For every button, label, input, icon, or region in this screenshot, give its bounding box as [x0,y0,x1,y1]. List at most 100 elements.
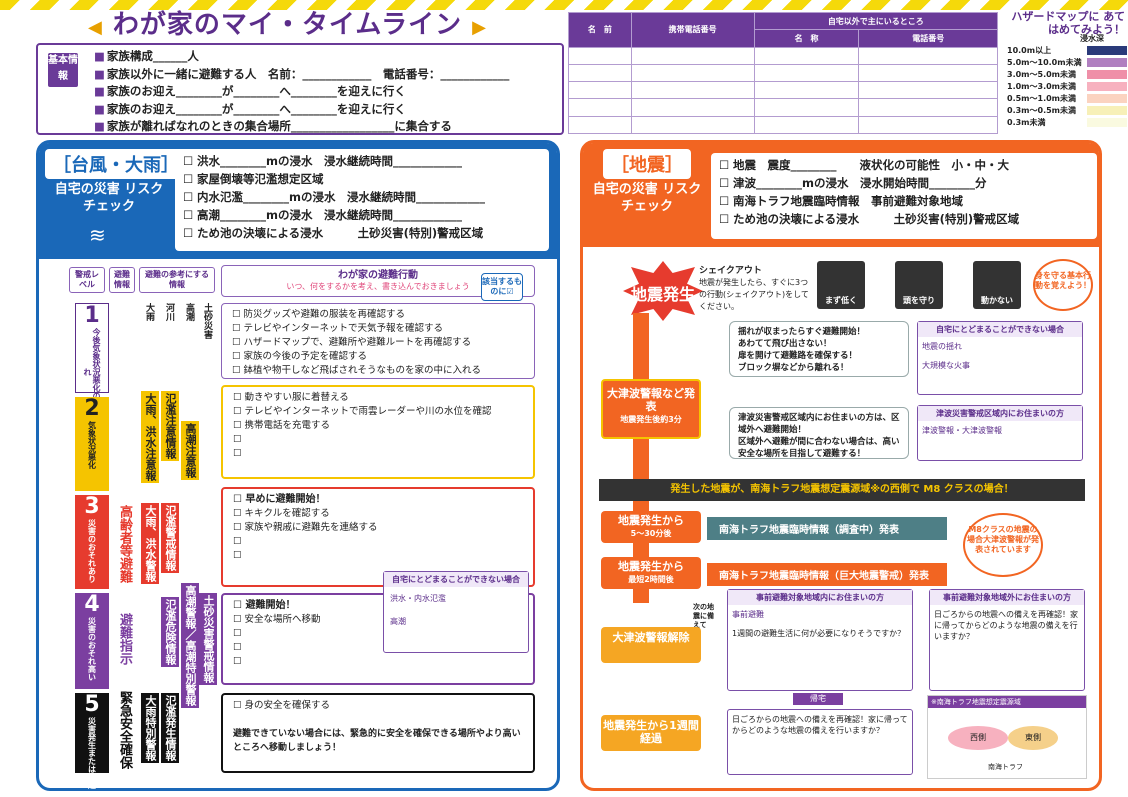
action-item[interactable] [233,549,523,563]
legend-label: 1.0m～3.0m未満 [1007,81,1077,91]
action-item[interactable]: テレビやインターネットで天気予報を確認する [232,322,524,336]
timeline-4: 地震発生から1週間経過 [601,715,701,751]
earthquake-panel: ［地震］ 自宅の災害 リスクチェック 地震 震度________ 液状化の可能性… [580,140,1102,791]
action-item[interactable]: 動きやすい服に着替える [233,391,523,405]
hold-step: 動かない [973,261,1021,309]
action-item[interactable]: 家族や親戚に避難先を連絡する [233,521,523,535]
timeline-1-time: 5～30分後 [630,529,672,538]
ref-item: 大雨、洪水警報 [141,503,159,584]
level-3: 3 災害のおそれあり [75,495,109,589]
action-item[interactable]: 身の安全を確保する [233,699,523,713]
basic-row: 家族が離ればなれのときの集合場所__________________に集合する [94,118,509,136]
action-item[interactable]: 携帯電話を充電する [233,419,523,433]
basic-info: 基本情報 家族構成______人 家族以外に一緒に避難する人 名前：______… [36,43,564,135]
stay-card-title: 自宅にとどまることができない場合 [384,572,528,587]
action-item[interactable] [233,535,523,549]
legend-label: 3.0m～5.0m未満 [1007,69,1077,79]
basic-row: 家族のお迎え________が________へ________を迎えに行く [94,101,509,119]
legend-label: 0.3m未満 [1007,117,1046,127]
tsunami-item: 津波災害警戒区域内にお住まいの方は、区域外へ避難開始！ [738,413,900,435]
pre-evac-out-card: 事前避難対象地域外にお住まいの方 日ごろからの地震への備えを再確認！家に帰ってか… [929,589,1085,691]
action-item[interactable]: テレビやインターネットで雨雲レーダーや川の水位を確認 [233,405,523,419]
stay-shaking: 地震の揺れ [922,342,962,351]
contact-place-phone-header: 電話番号 [858,29,998,48]
ref-item: 氾濫危険情報 [161,597,179,667]
legend-row: 0.3m未満 [1007,116,1127,128]
cover-step: 頭を守り [895,261,943,309]
check-item[interactable]: 家屋倒壊等氾濫想定区域 [183,170,541,188]
timeline-2-time: 最短2時間後 [628,575,674,584]
level-5: 5 災害発生または切迫 [75,693,109,789]
basic-row: 家族構成______人 [94,48,509,66]
nankai-banner: 発生した地震が、南海トラフ地震想定震源域※の西側で M8 クラスの場合！ [599,479,1085,501]
depth-legend: 10.0m以上 5.0m～10.0m未満 3.0m～5.0m未満 1.0m～3.0m未… [1007,44,1127,128]
action-item[interactable]: 家族の今後の予定を確認する [232,350,524,364]
legend-label: 0.3m～0.5m未満 [1007,105,1077,115]
action-item[interactable]: キキクルを確認する [233,507,523,521]
timeline-2-label: 地震発生から [618,560,684,573]
after-item: あわてて飛び出さない！ [738,339,832,349]
earthquake-checklist: 地震 震度________ 液状化の可能性 小・中・大 津波________mの… [711,153,1097,239]
contact-phone-header: 携帯電話番号 [630,12,755,48]
water-icon: ≋ [89,223,106,247]
basic-info-tag: 基本情報 [48,53,78,87]
check-item[interactable]: 津波________mの浸水 浸水開始時間________分 [719,174,1089,192]
check-item[interactable]: 洪水________mの浸水 浸水継続時間____________ [183,152,541,170]
timeline-2: 地震発生から最短2時間後 [601,557,701,589]
action-item[interactable] [233,433,523,447]
ref-item: 氾濫警戒情報 [161,503,179,573]
action-item[interactable]: 鉢植や物干しなど飛ばされそうなものを家の中に入れる [232,364,524,378]
shakeout-title: シェイクアウト [699,266,762,276]
legend-swatch [1087,117,1127,127]
ref-item: 大雨特別警報 [141,693,159,763]
legend-swatch [1087,105,1127,115]
ref-storm: 高潮 [184,303,194,321]
tsunami-item: 区域外へ避難が間に合わない場合は、高い安全な場所を目指して避難する！ [738,437,900,459]
action-box-2: 動きやすい服に着替えるテレビやインターネットで雨雲レーダーや川の水位を確認携帯電… [221,385,535,479]
check-item[interactable]: ため池の決壊による浸水 土砂災害(特別)警戒区域 [719,210,1089,228]
contact-place-name-header: 名 称 [753,29,860,48]
check-item[interactable]: 南海トラフ地震臨時情報 事前避難対象地域 [719,192,1089,210]
check-item[interactable]: ため池の決壊による浸水 土砂災害(特別)警戒区域 [183,224,541,242]
legend-swatch [1087,93,1127,103]
protect-bubble: 身を守る基本行動を覚えよう！ [1033,259,1093,311]
check-item[interactable]: 高潮________mの浸水 浸水継続時間____________ [183,206,541,224]
earthquake-title: ［地震］ [603,149,691,179]
info-investigating: 南海トラフ地震臨時情報（調査中）発表 [707,517,947,540]
warning-note: 避難できていない場合には、緊急的に安全を確保できる場所やより高いところへ移動しま… [233,729,521,753]
action-item[interactable]: ハザードマップで、避難所や避難ルートを再確認する [232,336,524,350]
action-item[interactable] [233,447,523,461]
timeline-1-label: 地震発生から [618,514,684,527]
stay-surge: 高潮 [390,617,406,626]
timeline-1: 地震発生から 5～30分後 [601,511,701,543]
tsunami-time: 地震発生後約3分 [620,415,682,424]
ref-item: 氾濫発生情報 [161,693,179,763]
ref-item: 大雨、洪水注意報 [141,391,159,483]
col-evac-info: 避難情報 [109,267,135,293]
stay-card: 自宅にとどまることができない場合 洪水・内水氾濫 高潮 [383,571,529,653]
tsunami-box: 津波災害警戒区域内にお住まいの方は、区域外へ避難開始！ 区域外へ避難が間に合わな… [729,407,909,459]
drop-step: まず低く [817,261,865,309]
check-item[interactable]: 内水氾濫________mの浸水 浸水継続時間____________ [183,188,541,206]
earthquake-risk-label: 自宅の災害 リスクチェック [592,182,702,214]
after-item: 揺れが収まったらすぐ避難開始！ [738,327,865,337]
action-box-3-heading[interactable]: 早めに避難開始！ [233,493,523,507]
legend-label: 0.5m～1.0m未満 [1007,93,1077,103]
legend-row: 5.0m～10.0m未満 [1007,56,1127,68]
pre-evac-out-title: 事前避難対象地域外にお住まいの方 [930,590,1084,605]
typhoon-title: ［台風・大雨］ [45,149,187,179]
check-item[interactable]: 地震 震度________ 液状化の可能性 小・中・大 [719,156,1089,174]
basic-row: 家族以外に一緒に避難する人 名前：____________ 電話番号：_____… [94,66,510,84]
col-reference: 避難の参考にする情報 [139,267,215,293]
nankai-map: ※南海トラフ地震想定震源域 西側 東側 南海トラフ [927,695,1087,779]
typhoon-checklist: 洪水________mの浸水 浸水継続時間____________ 家屋倒壊等氾… [175,149,549,251]
action-item[interactable] [233,655,523,669]
contact-name-header: 名 前 [568,12,632,48]
action-item[interactable]: 防災グッズや避難の服装を再確認する [232,308,524,322]
shakeout-text: 地震が発生したら、すぐに3つの行動(シェイクアウト)をしてください。 [699,278,809,311]
tsunami-card-item: 津波警報・大津波警報 [922,426,1002,435]
if-apply-note: 該当するものに☑ [481,273,523,301]
tsunami-card: 津波災害警戒区域内にお住まいの方 津波警報・大津波警報 [917,405,1083,461]
page-title: ◀ わが家のマイ・タイムライン ▶ [88,10,487,40]
ref-landslide: 土砂災害 [202,303,212,339]
